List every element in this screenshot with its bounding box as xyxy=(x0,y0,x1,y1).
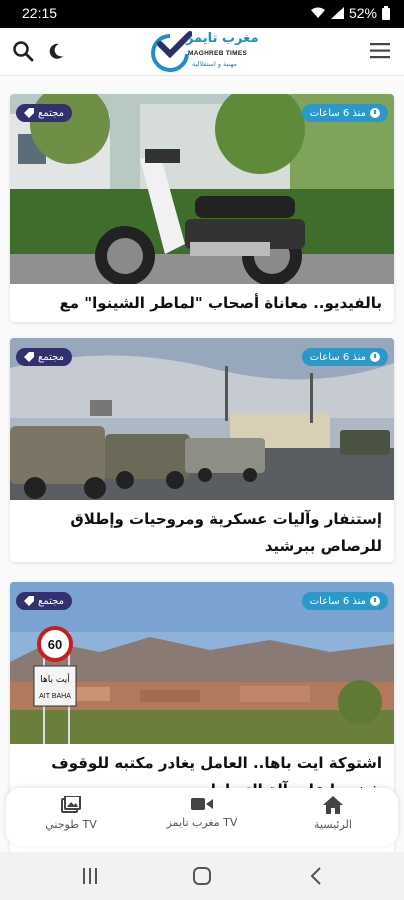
home-icon xyxy=(323,796,343,814)
category-badge[interactable]: مجتمع xyxy=(16,348,72,366)
battery-icon xyxy=(382,6,390,20)
time-label: منذ 6 ساعات xyxy=(309,595,366,607)
nav-item-tv[interactable]: مغرب تايمز TV xyxy=(147,796,257,829)
article-title[interactable]: إستنفار وآليات عسكرية ومروحيات وإطلاق لل… xyxy=(10,500,394,562)
time-badge: منذ 6 ساعات xyxy=(301,104,388,122)
system-nav-bar xyxy=(0,852,404,900)
clock-icon xyxy=(370,596,380,606)
moon-icon[interactable] xyxy=(46,41,66,61)
category-label: مجتمع xyxy=(38,351,64,363)
news-feed: مجتمع منذ 6 ساعات بالفيديو.. معاناة أصحا… xyxy=(0,76,404,852)
nav-label: مغرب تايمز TV xyxy=(166,816,238,829)
town-sign-arabic: أيت باها xyxy=(40,673,69,685)
bottom-nav: طوجني TV مغرب تايمز TV الرئيسية xyxy=(6,788,398,846)
category-label: مجتمع xyxy=(38,107,64,119)
status-time: 22:15 xyxy=(22,5,58,21)
search-icon[interactable] xyxy=(12,40,34,62)
time-label: منذ 6 ساعات xyxy=(309,351,366,363)
app-header: مغرب تايمز MAGHREB TIMES مهنية و استقلال… xyxy=(0,28,404,76)
scooter-photo xyxy=(10,94,394,284)
recent-apps-icon[interactable] xyxy=(82,868,98,884)
logo-tagline: مهنية و استقلالية xyxy=(192,60,237,68)
back-icon[interactable] xyxy=(310,867,322,885)
category-label: مجتمع xyxy=(38,595,64,607)
category-badge[interactable]: مجتمع xyxy=(16,592,72,610)
tag-icon xyxy=(24,352,34,362)
time-badge: منذ 6 ساعات xyxy=(301,348,388,366)
wifi-icon xyxy=(310,7,325,18)
nav-label: الرئيسية xyxy=(314,818,352,831)
town-sign-latin: AIT BAHA xyxy=(39,693,71,700)
signal-icon xyxy=(330,7,344,19)
clock-icon xyxy=(370,352,380,362)
nav-item-home[interactable]: الرئيسية xyxy=(278,796,388,831)
article-card[interactable]: مجتمع منذ 6 ساعات بالفيديو.. معاناة أصحا… xyxy=(10,94,394,322)
article-image[interactable]: مجتمع منذ 6 ساعات xyxy=(10,94,394,284)
logo-latin: MAGHREB TIMES xyxy=(188,50,248,57)
article-card[interactable]: مجتمع منذ 6 ساعات إستنفار وآليات عسكرية … xyxy=(10,338,394,562)
category-badge[interactable]: مجتمع xyxy=(16,104,72,122)
menu-icon[interactable] xyxy=(370,43,390,59)
tag-icon xyxy=(24,596,34,606)
status-icons: 52% xyxy=(310,5,390,21)
clock-icon xyxy=(370,108,380,118)
nav-item-gallery[interactable]: طوجني TV xyxy=(16,796,126,831)
time-label: منذ 6 ساعات xyxy=(309,107,366,119)
video-camera-icon xyxy=(191,798,213,810)
logo[interactable]: مغرب تايمز MAGHREB TIMES مهنية و استقلال… xyxy=(148,30,268,74)
speed-sign-value: 60 xyxy=(48,637,62,652)
tag-icon xyxy=(24,108,34,118)
gallery-icon xyxy=(61,796,81,813)
time-badge: منذ 6 ساعات xyxy=(301,592,388,610)
logo-name: مغرب تايمز xyxy=(186,31,259,46)
article-title[interactable]: بالفيديو.. معاناة أصحاب "لماطر الشينوا" … xyxy=(10,284,394,322)
home-button-icon[interactable] xyxy=(192,866,212,886)
nav-label: طوجني TV xyxy=(45,818,97,831)
article-image[interactable]: 60 أيت باها AIT BAHA مجتمع منذ 6 ساعات xyxy=(10,582,394,744)
status-bar: 22:15 52% xyxy=(0,0,404,28)
battery-percent: 52% xyxy=(348,5,377,21)
article-image[interactable]: مجتمع منذ 6 ساعات xyxy=(10,338,394,500)
